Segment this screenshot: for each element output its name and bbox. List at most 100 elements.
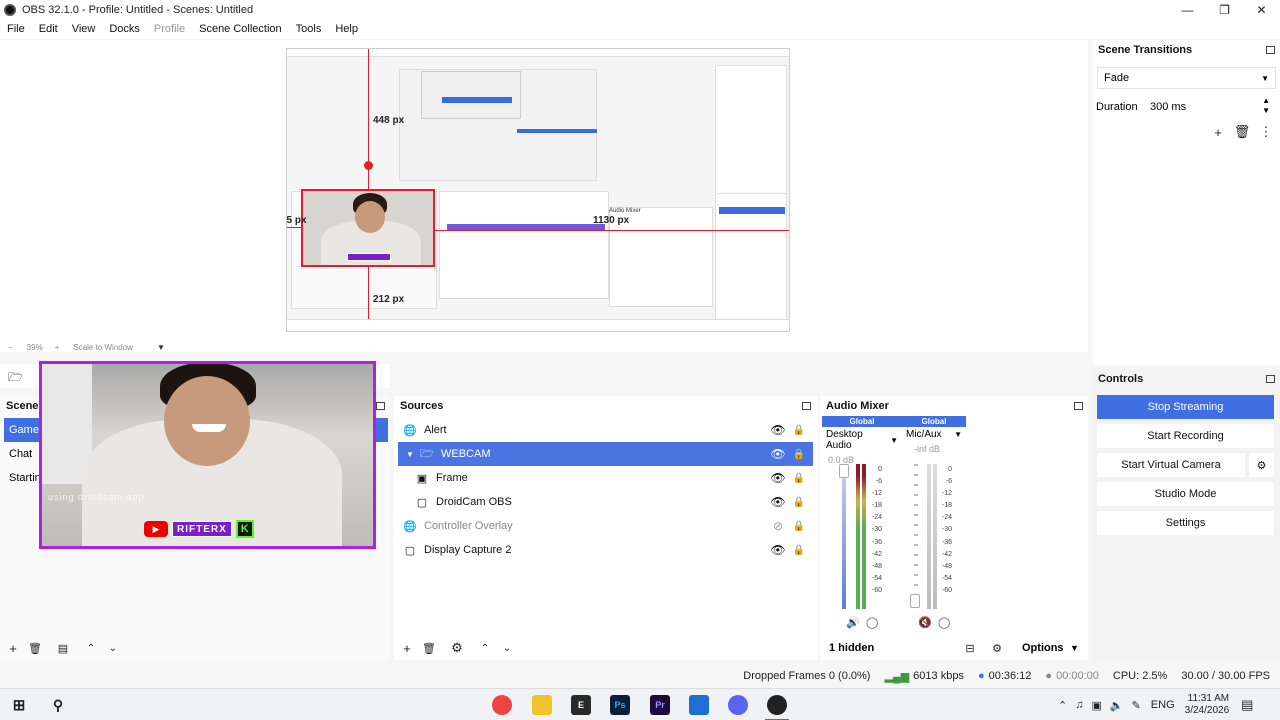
transition-select[interactable]: Fade ▼ [1097, 67, 1276, 89]
move-down-icon[interactable]: ⌄ [105, 640, 121, 656]
chevron-up-icon[interactable]: ⌃ [1058, 699, 1067, 712]
float-dock-icon[interactable] [376, 402, 385, 410]
spin-arrows-icon[interactable]: ▲ ▼ [1262, 96, 1270, 116]
source-display-capture-2[interactable]: ▢ Display Capture 2 👁 🔒 [398, 538, 813, 562]
trash-icon[interactable]: 🗑 [27, 640, 43, 656]
close-icon[interactable]: ✕ [1243, 0, 1280, 19]
source-frame[interactable]: ▣ Frame 👁 🔒 [398, 466, 813, 490]
eye-hidden-icon[interactable]: ⊘ [771, 519, 785, 533]
monitor-audio-icon[interactable]: ◯ [866, 616, 878, 629]
stop-streaming-button[interactable]: Stop Streaming [1097, 395, 1274, 419]
source-droidcam[interactable]: ▢ DroidCam OBS 👁 🔒 [398, 490, 813, 514]
lock-icon[interactable]: 🔒 [793, 471, 805, 485]
preview-webcam-source[interactable] [301, 189, 435, 267]
trash-icon[interactable]: 🗑 [421, 640, 437, 656]
menu-scene-collection[interactable]: Scene Collection [192, 23, 289, 35]
chevron-down-icon[interactable]: ▼ [1070, 643, 1079, 653]
start-virtual-camera-button[interactable]: Start Virtual Camera [1097, 453, 1245, 477]
float-dock-icon[interactable] [1266, 46, 1275, 54]
scale-mode[interactable]: Scale to Window [73, 343, 133, 352]
clock[interactable]: 11:31 AM 3/24/2026 [1185, 693, 1230, 717]
premiere-icon[interactable]: Pr [650, 695, 670, 715]
volume-slider[interactable] [914, 464, 918, 609]
epic-games-icon[interactable]: E [571, 695, 591, 715]
menu-view[interactable]: View [65, 23, 103, 35]
layout-icon[interactable]: ⊟ [962, 640, 978, 656]
volume-handle[interactable] [839, 464, 849, 478]
chevron-down-icon[interactable]: ▼ [890, 436, 898, 445]
menu-docks[interactable]: Docks [102, 23, 147, 35]
preview-canvas[interactable]: 448 px 45 px 212 px 1130 px Audio Mixer [286, 48, 790, 332]
speaker-icon[interactable]: 🔊 [846, 616, 860, 629]
studio-mode-button[interactable]: Studio Mode [1097, 482, 1274, 506]
menu-profile[interactable]: Profile [147, 23, 192, 35]
advanced-audio-icon[interactable]: ⚙ [989, 640, 1005, 656]
windows-start-icon[interactable]: ⊞ [9, 695, 29, 715]
options-button[interactable]: Options [1022, 642, 1064, 654]
search-icon[interactable]: ⚲ [48, 695, 68, 715]
eye-icon[interactable]: 👁 [770, 471, 785, 485]
chevron-down-icon[interactable]: ▼ [954, 430, 962, 439]
lock-icon[interactable]: 🔒 [793, 447, 805, 461]
move-up-icon[interactable]: ⌃ [477, 640, 493, 656]
source-webcam-group[interactable]: ▼ 🗁 WEBCAM 👁 🔒 [398, 442, 813, 466]
chrome-icon[interactable] [492, 695, 512, 715]
lock-icon[interactable]: 🔒 [793, 423, 805, 437]
lock-icon[interactable]: 🔒 [793, 519, 805, 533]
folder-icon[interactable]: 🗁 [8, 368, 23, 389]
muted-speaker-icon[interactable]: 🔇 [918, 616, 932, 629]
more-options-icon[interactable]: ⋮ [1258, 124, 1274, 140]
menu-tools[interactable]: Tools [289, 23, 329, 35]
move-down-icon[interactable]: ⌄ [499, 640, 515, 656]
volume-slider[interactable] [842, 464, 846, 609]
menu-help[interactable]: Help [328, 23, 365, 35]
add-scene-icon[interactable]: + [5, 640, 21, 656]
source-controller-overlay[interactable]: 🌐 Controller Overlay ⊘ 🔒 [398, 514, 813, 538]
obs-taskbar-icon[interactable] [767, 695, 787, 715]
language-indicator[interactable]: ENG [1151, 699, 1175, 711]
source-alert[interactable]: 🌐 Alert 👁 🔒 [398, 418, 813, 442]
photoshop-icon[interactable]: Ps [610, 695, 630, 715]
title-bar: OBS 32.1.0 - Profile: Untitled - Scenes:… [0, 0, 1280, 19]
zoom-in-icon[interactable]: + [55, 343, 60, 352]
lock-icon[interactable]: 🔒 [793, 495, 805, 509]
hidden-count[interactable]: 1 hidden [829, 642, 874, 654]
trash-icon[interactable]: 🗑 [1234, 124, 1251, 140]
lock-icon[interactable]: 🔒 [793, 543, 805, 557]
stream-icon: ● [977, 670, 985, 682]
network-icon[interactable]: ▣ [1091, 699, 1101, 712]
zoom-out-icon[interactable]: − [8, 343, 13, 352]
pen-icon[interactable]: ✎ [1132, 699, 1141, 712]
collapse-arrow-icon[interactable]: ▼ [403, 447, 417, 461]
file-explorer-icon[interactable] [532, 695, 552, 715]
monitor-audio-icon[interactable]: ◯ [938, 616, 950, 629]
start-recording-button[interactable]: Start Recording [1097, 424, 1274, 448]
eye-icon[interactable]: 👁 [770, 447, 785, 461]
duration-spinbox[interactable]: 300 ms ▲ ▼ [1145, 96, 1276, 118]
add-transition-icon[interactable]: + [1210, 124, 1226, 140]
microphone-icon[interactable]: ♫ [1075, 699, 1083, 711]
float-dock-icon[interactable] [1266, 375, 1275, 383]
filter-icon[interactable]: ▤ [55, 640, 71, 656]
store-icon[interactable] [689, 695, 709, 715]
minimize-icon[interactable]: — [1169, 0, 1206, 19]
notifications-icon[interactable]: ▤ [1241, 697, 1253, 713]
menu-file[interactable]: File [0, 23, 32, 35]
move-up-icon[interactable]: ⌃ [83, 640, 99, 656]
discord-icon[interactable] [728, 695, 748, 715]
volume-icon[interactable]: 🔈 [1110, 699, 1124, 712]
settings-button[interactable]: Settings [1097, 511, 1274, 535]
eye-icon[interactable]: 👁 [770, 423, 785, 437]
eye-icon[interactable]: 👁 [770, 543, 785, 557]
maximize-icon[interactable]: ❐ [1206, 0, 1243, 19]
gear-icon[interactable]: ⚙ [1249, 453, 1274, 477]
float-dock-icon[interactable] [802, 402, 811, 410]
menu-edit[interactable]: Edit [32, 23, 65, 35]
add-source-icon[interactable]: + [399, 640, 415, 656]
float-dock-icon[interactable] [1074, 402, 1083, 410]
eye-icon[interactable]: 👁 [770, 495, 785, 509]
volume-handle[interactable] [910, 594, 920, 608]
gear-icon[interactable]: ⚙ [449, 640, 465, 656]
dropped-frames: Dropped Frames 0 (0.0%) [743, 670, 871, 682]
chevron-down-icon[interactable]: ▼ [157, 343, 165, 352]
